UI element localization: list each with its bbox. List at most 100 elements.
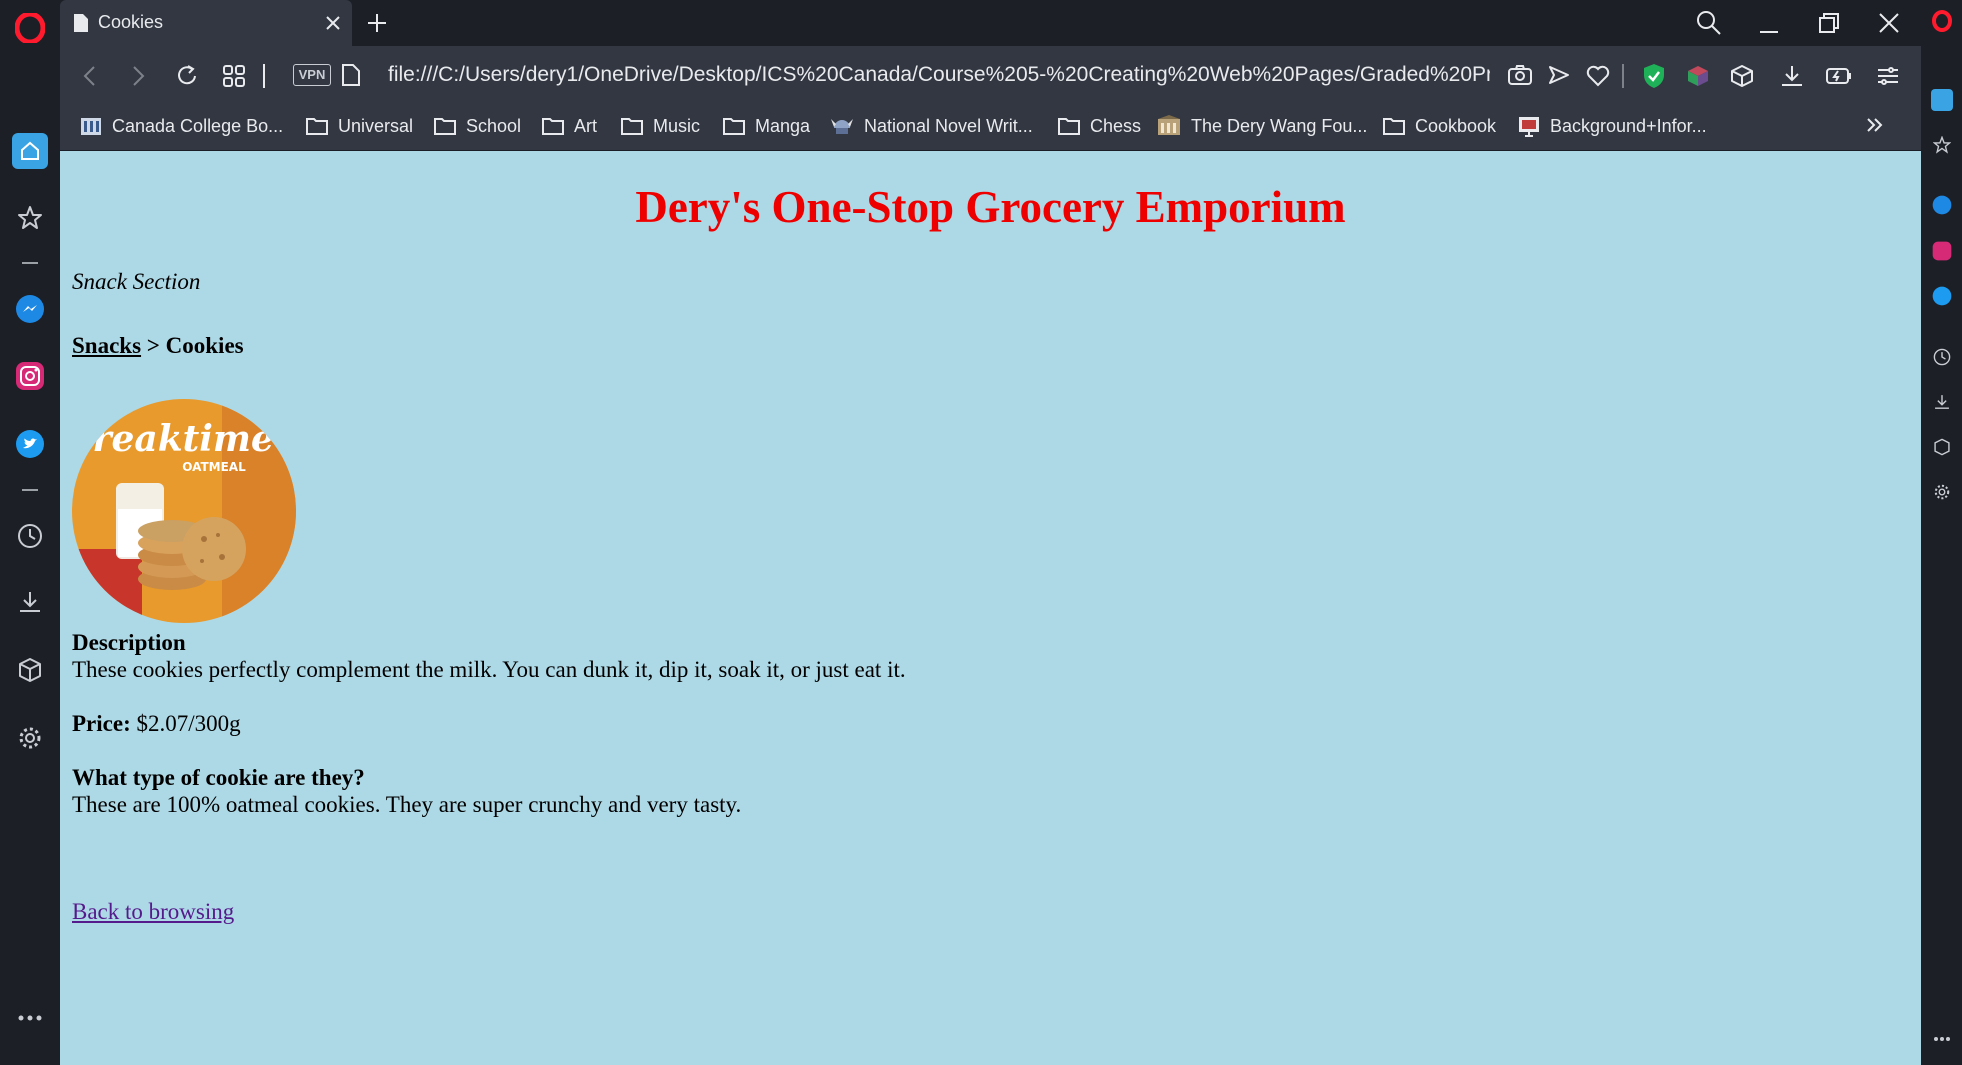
bookmark-label: The Dery Wang Fou... [1191, 115, 1368, 136]
bookmark-folder-music[interactable]: Music [621, 111, 700, 141]
folder-icon [621, 118, 643, 135]
downloads-mini-icon[interactable] [1921, 387, 1962, 417]
breadcrumb: Snacks > Cookies [72, 333, 244, 359]
download-icon[interactable] [1780, 64, 1804, 88]
folder-icon [1058, 118, 1080, 135]
breadcrumb-current: Cookies [165, 333, 244, 358]
back-arrow-icon[interactable] [80, 64, 100, 88]
price-line: Price: $2.07/300g [72, 711, 241, 737]
settings-mini-icon[interactable] [1921, 477, 1962, 507]
folder-icon [306, 118, 328, 135]
cookie-product-image: Breaktime OATMEAL [72, 399, 296, 623]
instagram-icon[interactable] [0, 354, 60, 398]
star-mini-icon[interactable] [1921, 130, 1962, 160]
breadcrumb-snacks-link[interactable]: Snacks [72, 333, 141, 358]
history-mini-icon[interactable] [1921, 342, 1962, 372]
bookmark-label: Universal [338, 115, 414, 136]
bookmark-label: Manga [755, 115, 811, 136]
college-favicon-icon [81, 118, 101, 135]
address-divider [263, 64, 265, 88]
bookmark-label: School [466, 115, 522, 136]
web-page-content: Dery's One-Stop Grocery Emporium Snack S… [60, 151, 1921, 1065]
bookmark-folder-school[interactable]: School [434, 111, 521, 141]
bookmark-dery-wang-foundation[interactable]: The Dery Wang Fou... [1157, 111, 1367, 141]
bookmark-folder-cookbook[interactable]: Cookbook [1383, 111, 1496, 141]
description-title: Description [72, 630, 186, 655]
page-heading: Dery's One-Stop Grocery Emporium [635, 182, 1346, 232]
breadcrumb-separator: > [141, 333, 166, 358]
extensions-mini-icon[interactable] [1921, 432, 1962, 462]
bookmark-nanowrimo[interactable]: National Novel Writ... [830, 111, 1033, 141]
sidebar-divider [22, 262, 38, 264]
extensions-cube-icon[interactable] [0, 648, 60, 692]
foundation-favicon-icon [1158, 115, 1180, 135]
instagram-mini-icon[interactable] [1921, 236, 1962, 266]
price-value: $2.07/300g [130, 711, 241, 736]
send-flow-icon[interactable] [1548, 65, 1570, 85]
description-text: These cookies perfectly complement the m… [72, 657, 906, 682]
more-bookmarks-chevron-icon[interactable] [1865, 116, 1885, 134]
left-sidebar [0, 0, 60, 1065]
new-tab-plus-icon[interactable] [366, 12, 388, 34]
back-to-browsing-link[interactable]: Back to browsing [72, 899, 234, 925]
sidebar-divider [22, 489, 38, 491]
opera-menu-icon[interactable] [1921, 6, 1962, 36]
downloads-icon[interactable] [0, 580, 60, 624]
cookie-type-question: What type of cookie are they? [72, 765, 365, 790]
battery-saver-icon[interactable] [1826, 66, 1852, 86]
home-icon[interactable] [0, 129, 60, 173]
snapshot-camera-icon[interactable] [1508, 64, 1532, 86]
messenger-mini-icon[interactable] [1921, 190, 1962, 220]
folder-icon [434, 118, 456, 135]
more-mini-icon[interactable] [1921, 1024, 1962, 1054]
reload-icon[interactable] [174, 63, 200, 89]
restore-window-icon[interactable] [1816, 10, 1842, 36]
url-input[interactable]: file:///C:/Users/dery1/OneDrive/Desktop/… [388, 63, 1490, 87]
bookmark-folder-universal[interactable]: Universal [306, 111, 413, 141]
file-page-icon [342, 64, 360, 86]
product-sub-text: OATMEAL [182, 460, 246, 474]
price-label: Price: [72, 711, 131, 736]
bookmark-folder-art[interactable]: Art [542, 111, 597, 141]
bookmark-label: Canada College Bo... [112, 115, 284, 136]
section-label: Snack Section [72, 269, 201, 294]
cookie-type-answer: These are 100% oatmeal cookies. They are… [72, 792, 742, 817]
extension-cube-color-icon[interactable] [1686, 64, 1710, 88]
minimize-icon[interactable] [1756, 10, 1782, 36]
search-tabs-icon[interactable] [1696, 10, 1722, 36]
bookmark-label: Music [653, 115, 701, 136]
more-options-icon[interactable] [0, 996, 60, 1040]
adblock-shield-icon[interactable] [1642, 63, 1666, 89]
presentation-favicon-icon [1519, 117, 1539, 137]
close-tab-icon[interactable] [324, 14, 342, 32]
bookmark-label: Art [574, 115, 598, 136]
home-mini-icon[interactable] [1921, 85, 1962, 115]
bookmark-folder-manga[interactable]: Manga [723, 111, 810, 141]
viking-helmet-favicon-icon [831, 119, 853, 134]
tab-title: Cookies [98, 12, 164, 32]
folder-icon [542, 118, 564, 135]
history-clock-icon[interactable] [0, 514, 60, 558]
page-document-icon [74, 14, 88, 32]
bookmark-label: National Novel Writ... [864, 115, 1033, 136]
twitter-icon[interactable] [0, 422, 60, 466]
bookmark-folder-chess[interactable]: Chess [1058, 111, 1141, 141]
star-icon[interactable] [0, 196, 60, 240]
close-window-icon[interactable] [1876, 10, 1902, 36]
heart-bookmark-icon[interactable] [1586, 65, 1610, 87]
vpn-badge[interactable]: VPN [293, 64, 331, 86]
opera-logo-icon[interactable] [0, 6, 60, 50]
folder-icon [1383, 118, 1405, 135]
bookmark-label: Background+Infor... [1550, 115, 1707, 136]
folder-icon [723, 118, 745, 135]
bookmark-background-info[interactable]: Background+Infor... [1518, 111, 1707, 141]
extensions-box-icon[interactable] [1730, 64, 1754, 88]
bookmark-label: Cookbook [1415, 115, 1497, 136]
twitter-mini-icon[interactable] [1921, 281, 1962, 311]
settings-gear-icon[interactable] [0, 716, 60, 760]
forward-arrow-icon[interactable] [128, 64, 148, 88]
tab-grid-icon[interactable] [222, 64, 246, 88]
bookmark-canada-college[interactable]: Canada College Bo... [80, 111, 283, 141]
easy-setup-menu-icon[interactable] [1876, 64, 1900, 88]
messenger-icon[interactable] [0, 287, 60, 331]
